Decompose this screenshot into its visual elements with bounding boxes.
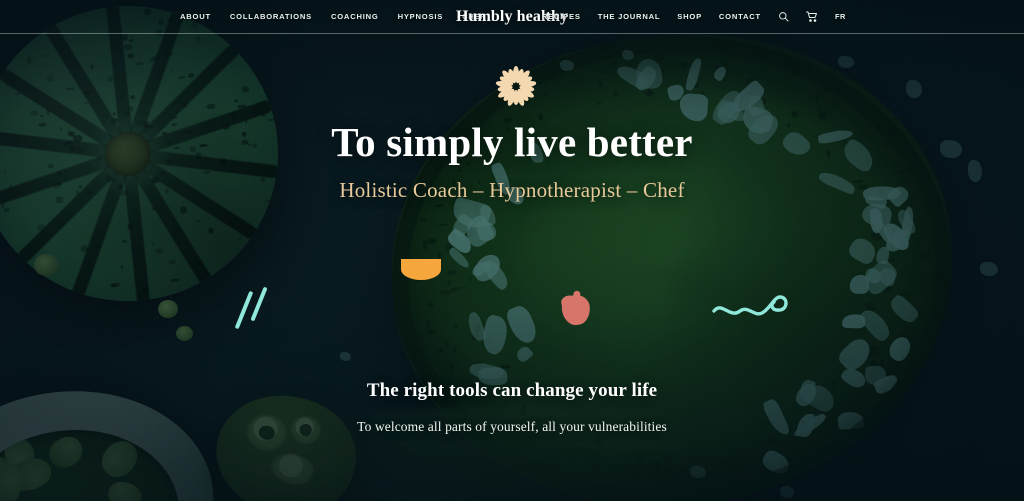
hero-headline: To simply live better: [331, 119, 693, 165]
nav-chef[interactable]: CHEF: [462, 12, 486, 21]
nav-shop[interactable]: SHOP: [677, 12, 702, 21]
sunburst-petal: [513, 89, 519, 105]
orange-half-circle-icon: [401, 259, 441, 280]
hero-tagline: The right tools can change your life: [366, 380, 658, 401]
hero-page: ABOUT COLLABORATIONS COACHING HYPNOSIS CHEF …: [0, 0, 1024, 501]
hero-section: To simply live better Holistic Coach – H…: [0, 0, 1024, 501]
stroke-line: [234, 290, 254, 330]
shopping-cart-icon[interactable]: [805, 11, 818, 22]
header-divider: [0, 33, 1024, 34]
language-toggle-fr[interactable]: FR: [835, 12, 846, 21]
sunburst-flower-icon: [482, 64, 550, 108]
nav-hypnosis[interactable]: HYPNOSIS: [398, 12, 443, 21]
nav-the-journal[interactable]: THE JOURNAL: [598, 12, 661, 21]
nav-contact[interactable]: CONTACT: [719, 12, 761, 21]
nav-about[interactable]: ABOUT: [180, 12, 211, 21]
brand-logo: Humbly healthy: [0, 0, 1024, 33]
hero-subtagline: To welcome all parts of yourself, all yo…: [357, 419, 667, 434]
primary-nav-left: ABOUT COLLABORATIONS COACHING HYPNOSIS CHEF: [180, 0, 486, 33]
site-header: ABOUT COLLABORATIONS COACHING HYPNOSIS CHEF …: [0, 0, 1024, 33]
nav-collaborations[interactable]: COLLABORATIONS: [230, 12, 312, 21]
nav-recipes[interactable]: RECIPES: [542, 12, 581, 21]
mint-squiggle-icon: [712, 287, 792, 323]
coral-strawberry-icon: [560, 293, 592, 327]
nav-coaching[interactable]: COACHING: [331, 12, 379, 21]
primary-nav-right: RECIPES THE JOURNAL SHOP CONTACT FR: [542, 0, 846, 33]
hero-subheadline: Holistic Coach – Hypnotherapist – Chef: [339, 178, 685, 202]
mint-double-stroke-icon: [234, 285, 282, 333]
search-icon[interactable]: [778, 11, 789, 22]
